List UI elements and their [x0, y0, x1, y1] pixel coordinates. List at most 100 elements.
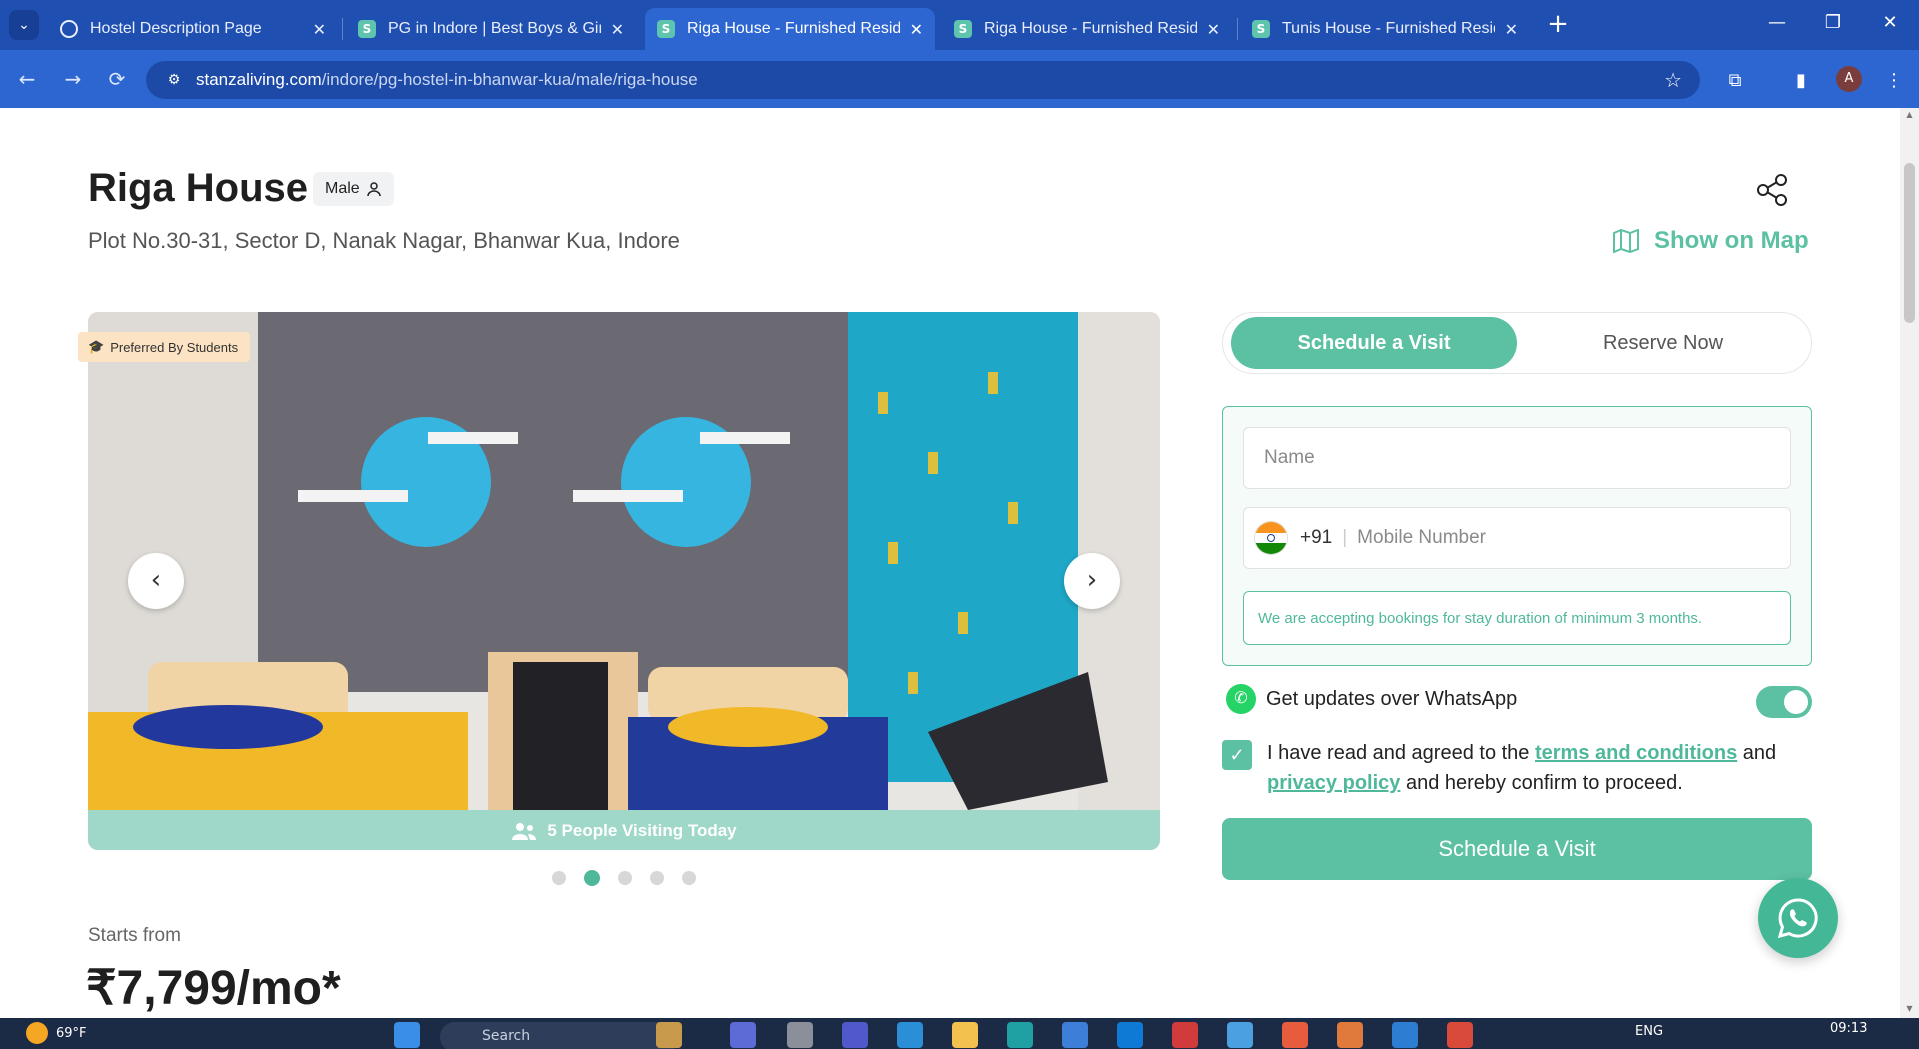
people-icon [512, 823, 537, 840]
stanza-favicon-icon: S [954, 20, 972, 38]
stanza-favicon-icon: S [358, 20, 376, 38]
tab-title: Riga House - Furnished Residen [687, 20, 900, 37]
new-tab-plus-icon[interactable]: + [1543, 10, 1573, 40]
scroll-up-icon[interactable]: ▲ [1904, 110, 1915, 119]
tab-riga-house-active[interactable]: S Riga House - Furnished Residen ✕ [645, 8, 935, 50]
mobile-input[interactable] [1357, 527, 1790, 549]
carousel-prev-button[interactable]: ‹ [128, 553, 184, 609]
bookmark-star-icon[interactable]: ☆ [1664, 68, 1682, 92]
whatsapp-toggle[interactable] [1756, 686, 1812, 718]
scroll-down-icon[interactable]: ▼ [1904, 1004, 1915, 1013]
carousel-next-button[interactable]: › [1064, 553, 1120, 609]
tab-hostel-description[interactable]: Hostel Description Page ✕ [48, 8, 338, 50]
language-indicator[interactable]: ENG [1635, 1024, 1663, 1039]
close-icon[interactable]: ✕ [1207, 20, 1220, 39]
menu-kebab-icon[interactable]: ⋮ [1880, 67, 1908, 95]
booking-notice: We are accepting bookings for stay durat… [1243, 591, 1791, 645]
task-view-icon[interactable] [787, 1022, 813, 1048]
india-flag-icon[interactable] [1254, 521, 1288, 555]
whatsapp-chat-button[interactable] [1758, 878, 1838, 958]
copilot-icon[interactable] [730, 1022, 756, 1048]
whatsapp-updates-row: ✆ Get updates over WhatsApp [1226, 684, 1517, 714]
sun-icon [26, 1022, 48, 1044]
clock[interactable]: 09:13 [1830, 1021, 1867, 1036]
terms-checkbox[interactable]: ✓ [1222, 740, 1252, 770]
carousel-dot[interactable] [682, 871, 696, 885]
reload-icon[interactable]: ⟳ [102, 64, 132, 94]
share-icon[interactable] [1754, 172, 1790, 208]
extensions-icon[interactable]: ⧉ [1721, 67, 1749, 95]
tab-title: Hostel Description Page [90, 20, 262, 37]
address-bar[interactable]: ⚙ stanzaliving.com/indore/pg-hostel-in-b… [146, 61, 1700, 99]
carousel-dot-active[interactable] [584, 870, 600, 886]
url-domain: stanzaliving.com [196, 70, 322, 89]
tab-tunis-house[interactable]: S Tunis House - Furnished Reside ✕ [1240, 8, 1530, 50]
image-carousel[interactable]: 5 People Visiting Today [88, 312, 1160, 850]
tab-riga-house[interactable]: S Riga House - Furnished Residen ✕ [942, 8, 1232, 50]
tab-title: Tunis House - Furnished Reside [1282, 20, 1495, 37]
page-content: Riga House Male Plot No.30-31, Sector D,… [0, 108, 1900, 1018]
side-panel-icon[interactable]: ▮ [1787, 67, 1815, 95]
carousel-dot[interactable] [618, 871, 632, 885]
url-text: stanzaliving.com/indore/pg-hostel-in-bha… [196, 70, 698, 90]
start-windows-icon[interactable] [394, 1022, 420, 1048]
whatsapp-icon [1777, 898, 1818, 939]
minimize-icon[interactable]: — [1762, 8, 1792, 38]
carousel-dots [552, 870, 696, 886]
site-info-icon[interactable]: ⚙ [164, 70, 184, 90]
chrome-profile-icon[interactable] [1447, 1022, 1473, 1048]
terms-consent: ✓ I have read and agreed to the terms an… [1222, 738, 1812, 798]
terms-and: and [1742, 742, 1777, 764]
weather-widget[interactable]: 69°F [26, 1022, 87, 1044]
taskbar-search[interactable]: Search [440, 1022, 680, 1049]
privacy-link[interactable]: privacy policy [1267, 772, 1400, 794]
booking-mode-toggle: Schedule a Visit Reserve Now [1222, 312, 1812, 374]
person-icon [366, 182, 381, 197]
country-code: +91 [1300, 527, 1333, 548]
whatsapp-label: Get updates over WhatsApp [1266, 687, 1518, 710]
close-icon[interactable]: ✕ [1505, 20, 1518, 39]
tab-title: PG in Indore | Best Boys & Girls [388, 20, 601, 37]
app-icon[interactable] [1337, 1022, 1363, 1048]
name-input[interactable] [1264, 447, 1790, 469]
tab-reserve-now[interactable]: Reserve Now [1523, 317, 1803, 369]
scrollbar-thumb[interactable] [1904, 163, 1915, 323]
carousel-dot[interactable] [552, 871, 566, 885]
tab-search-chevron-icon[interactable]: ⌄ [9, 10, 39, 40]
gmail-icon[interactable] [1172, 1022, 1198, 1048]
preferred-badge-label: Preferred By Students [110, 339, 239, 355]
temperature: 69°F [56, 1025, 87, 1041]
app-icon[interactable] [1282, 1022, 1308, 1048]
back-arrow-icon[interactable]: ← [12, 64, 42, 94]
profile-avatar[interactable]: A [1836, 66, 1862, 92]
schedule-visit-button[interactable]: Schedule a Visit [1222, 818, 1812, 880]
property-title: Riga House [88, 166, 309, 210]
carousel-dot[interactable] [650, 871, 664, 885]
teams-icon[interactable] [842, 1022, 868, 1048]
terms-link[interactable]: terms and conditions [1535, 742, 1737, 764]
file-explorer-icon[interactable] [952, 1022, 978, 1048]
close-icon[interactable]: ✕ [910, 20, 923, 39]
browser-app-icon[interactable] [897, 1022, 923, 1048]
chrome-icon[interactable] [1227, 1022, 1253, 1048]
store-icon[interactable] [1062, 1022, 1088, 1048]
page-scrollbar[interactable]: ▲ ▼ [1900, 108, 1919, 1018]
close-icon[interactable]: ✕ [611, 20, 624, 39]
edge-icon[interactable] [1007, 1022, 1033, 1048]
tab-pg-in-indore[interactable]: S PG in Indore | Best Boys & Girls ✕ [346, 8, 636, 50]
tab-schedule-visit[interactable]: Schedule a Visit [1231, 317, 1517, 369]
divider: | [1342, 527, 1348, 548]
property-address: Plot No.30-31, Sector D, Nanak Nagar, Bh… [88, 228, 680, 253]
tab-title: Riga House - Furnished Residen [984, 20, 1197, 37]
vscode-icon[interactable] [1392, 1022, 1418, 1048]
window-close-icon[interactable]: ✕ [1875, 8, 1905, 38]
preferred-badge: 🎓 Preferred By Students [78, 332, 251, 362]
forward-arrow-icon[interactable]: → [58, 64, 88, 94]
globe-icon [60, 20, 78, 38]
windows-taskbar: 69°F Search ENG 09:13 [0, 1018, 1919, 1049]
app-icon[interactable] [1117, 1022, 1143, 1048]
close-icon[interactable]: ✕ [313, 20, 326, 39]
restore-icon[interactable]: ❐ [1818, 8, 1848, 38]
show-on-map-link[interactable]: Show on Map [1612, 227, 1809, 255]
terms-prefix: I have read and agreed to the [1267, 742, 1530, 764]
